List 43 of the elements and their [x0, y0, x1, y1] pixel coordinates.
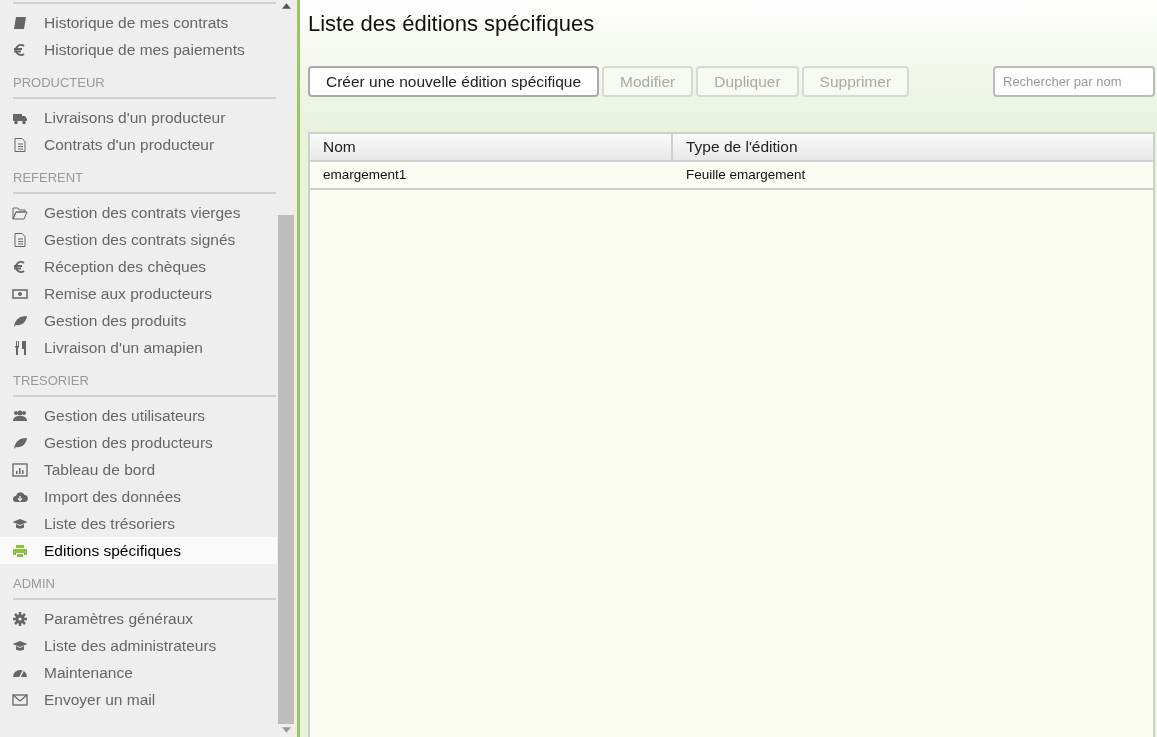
sidebar-item[interactable]: Livraison d'un amapien [0, 334, 277, 361]
section-header: REFERENT [12, 169, 85, 187]
document-icon [12, 231, 28, 248]
envelope-icon [12, 691, 28, 708]
table-cell-text: Feuille emargement [685, 166, 806, 184]
sidebar-item[interactable]: Editions spécifiques [0, 537, 277, 564]
sidebar-item[interactable]: Envoyer un mail [0, 686, 277, 713]
sidebar-item[interactable]: Gestion des contrats signés [0, 226, 277, 253]
search-field[interactable]: Rechercher par nom [993, 66, 1155, 97]
sidebar-item[interactable]: Liste des trésoriers [0, 510, 277, 537]
section-header: PRODUCTEUR [12, 74, 106, 92]
sidebar-item[interactable]: Gestion des utilisateurs [0, 402, 277, 429]
scroll-down-icon[interactable] [281, 727, 291, 733]
scroll-up-icon[interactable] [281, 3, 291, 9]
sidebar-item[interactable]: Contrats d'un producteur [0, 131, 277, 158]
page-title: Liste des éditions spécifiques [308, 11, 596, 37]
folder-icon [12, 204, 28, 221]
sidebar-item[interactable]: Remise aux producteurs [0, 280, 277, 307]
sidebar-item[interactable]: Maintenance [0, 659, 277, 686]
sidebar-item[interactable]: Réception des chèques [0, 253, 277, 280]
section-header: TRESORIER [12, 372, 90, 390]
sidebar-item[interactable]: Gestion des produits [0, 307, 277, 334]
sidebar-item[interactable]: Import des données [0, 483, 277, 510]
scrollbar-thumb[interactable] [278, 215, 294, 724]
book-icon [12, 14, 28, 31]
sidebar-item[interactable]: Gestion des producteurs [0, 429, 277, 456]
sidebar-item[interactable]: Paramètres généraux [0, 605, 277, 632]
document-icon [12, 136, 28, 153]
bar-chart-icon [12, 461, 28, 478]
settings-icon [12, 610, 28, 627]
sidebar-item[interactable]: Livraisons d'un producteur [0, 104, 277, 131]
printer-icon [12, 542, 28, 559]
sidebar-item[interactable]: Gestion des contrats vierges [0, 199, 277, 226]
section-header: ADMIN [12, 575, 56, 593]
cutlery-icon [12, 339, 28, 356]
sidebar-item[interactable]: Historique de mes paiements [0, 36, 277, 63]
sidebar-item[interactable]: Liste des administrateurs [0, 632, 277, 659]
sidebar-item[interactable]: Tableau de bord [0, 456, 277, 483]
toolbar-button[interactable]: Créer une nouvelle édition spécifique [308, 66, 600, 97]
column-header[interactable]: Type de l'édition [673, 134, 798, 160]
table-cell-text: emargement1 [322, 166, 408, 184]
column-header[interactable]: Nom [310, 134, 673, 160]
sidebar-item[interactable]: Historique de mes contrats [0, 9, 277, 36]
